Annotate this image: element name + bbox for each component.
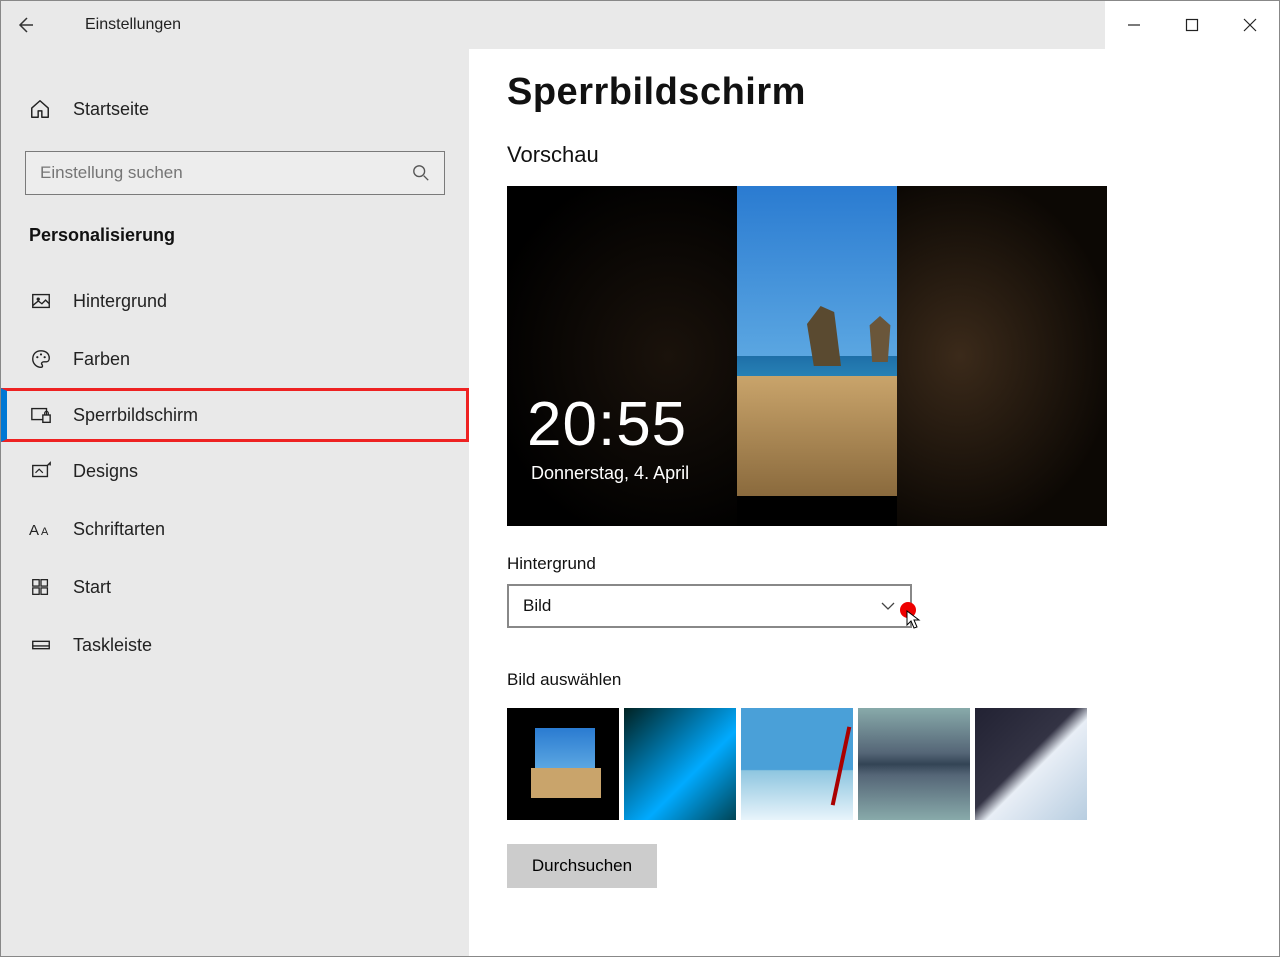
home-label: Startseite (53, 99, 149, 120)
back-button[interactable] (1, 1, 49, 49)
thumbnail-4[interactable] (858, 708, 970, 820)
category-heading: Personalisierung (1, 195, 469, 260)
background-field-label: Hintergrund (507, 554, 1279, 574)
thumbnail-2[interactable] (624, 708, 736, 820)
thumbnail-1[interactable] (507, 708, 619, 820)
maximize-icon (1185, 18, 1199, 32)
choose-picture-label: Bild auswählen (507, 670, 1279, 690)
arrow-left-icon (15, 15, 35, 35)
nav-item-label: Taskleiste (53, 635, 152, 656)
nav-item-label: Sperrbildschirm (53, 405, 198, 426)
svg-text:A: A (41, 526, 49, 538)
sidebar: Startseite Personalisierung Hintergrund … (1, 49, 469, 956)
nav-item-background[interactable]: Hintergrund (1, 272, 469, 330)
chevron-down-icon (880, 598, 896, 614)
nav-item-colors[interactable]: Farben (1, 330, 469, 388)
maximize-button[interactable] (1163, 1, 1221, 49)
lockscreen-icon (29, 404, 53, 426)
search-input[interactable] (40, 163, 412, 183)
minimize-button[interactable] (1105, 1, 1163, 49)
preview-label: Vorschau (507, 142, 1279, 168)
page-heading: Sperrbildschirm (507, 71, 1279, 114)
dropdown-value: Bild (523, 596, 551, 616)
nav-item-label: Schriftarten (53, 519, 165, 540)
nav-item-label: Designs (53, 461, 138, 482)
main-content: Sperrbildschirm Vorschau 20:55 Donnersta… (469, 49, 1279, 956)
nav-item-label: Hintergrund (53, 291, 167, 312)
search-icon (412, 164, 430, 182)
home-link[interactable]: Startseite (1, 85, 469, 133)
browse-button[interactable]: Durchsuchen (507, 844, 657, 888)
picture-icon (29, 290, 53, 312)
cursor-icon (906, 610, 922, 630)
nav-list: Hintergrund Farben Sperrbildschirm Desig… (1, 272, 469, 674)
background-dropdown[interactable]: Bild (507, 584, 912, 628)
nav-item-fonts[interactable]: AA Schriftarten (1, 500, 469, 558)
home-icon (29, 98, 53, 120)
themes-icon (29, 460, 53, 482)
palette-icon (29, 348, 53, 370)
taskbar-icon (29, 634, 53, 656)
close-button[interactable] (1221, 1, 1279, 49)
nav-item-label: Start (53, 577, 111, 598)
nav-item-taskbar[interactable]: Taskleiste (1, 616, 469, 674)
svg-text:A: A (29, 522, 39, 539)
preview-date: Donnerstag, 4. April (531, 463, 689, 484)
nav-item-label: Farben (53, 349, 130, 370)
close-icon (1243, 18, 1257, 32)
picture-thumbnails (507, 708, 1279, 820)
thumbnail-3[interactable] (741, 708, 853, 820)
window-title: Einstellungen (49, 16, 181, 34)
fonts-icon: AA (29, 518, 53, 540)
thumbnail-5[interactable] (975, 708, 1087, 820)
nav-item-lockscreen[interactable]: Sperrbildschirm (1, 388, 469, 442)
search-box[interactable] (25, 151, 445, 195)
browse-button-label: Durchsuchen (532, 856, 632, 876)
start-icon (29, 576, 53, 598)
lockscreen-preview: 20:55 Donnerstag, 4. April (507, 186, 1107, 526)
nav-item-themes[interactable]: Designs (1, 442, 469, 500)
titlebar: Einstellungen (1, 1, 1279, 49)
settings-window: Einstellungen Startseite (0, 0, 1280, 957)
preview-time: 20:55 (527, 389, 687, 460)
minimize-icon (1127, 18, 1141, 32)
nav-item-start[interactable]: Start (1, 558, 469, 616)
